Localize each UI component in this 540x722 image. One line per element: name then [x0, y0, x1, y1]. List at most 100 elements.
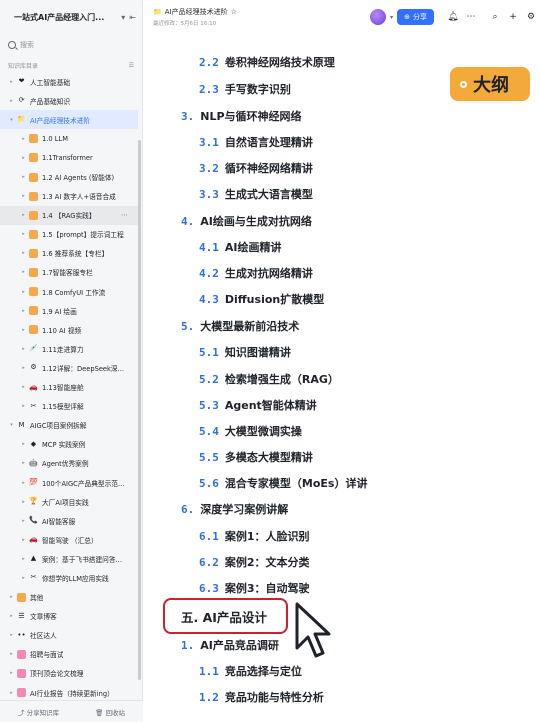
expand-caret-icon[interactable]: ▸ [8, 613, 15, 619]
sidebar-item[interactable]: ▾ 📁 AI产品经理技术进阶 [0, 110, 138, 130]
expand-caret-icon[interactable]: ▸ [20, 346, 27, 352]
share-kb-button[interactable]: ⤴ 分享知识库 [18, 707, 59, 717]
sidebar-item[interactable]: ▸ ✂ 你想学的LLM应用实践 [0, 568, 138, 587]
sidebar-item[interactable]: ▸ 1.0 LLM [0, 129, 138, 148]
expand-caret-icon[interactable]: ▸ [20, 518, 27, 524]
expand-caret-icon[interactable]: ▸ [20, 403, 27, 409]
outline-text: 多模态大模型精讲 [224, 451, 313, 464]
sidebar-item[interactable]: ▸ 🚗 1.13智能座舱 [0, 378, 138, 397]
sidebar-item[interactable]: ▸ 1.3 AI 数字人+语音合成 [0, 187, 138, 206]
sidebar-item[interactable]: ▸ 其他 [0, 588, 138, 607]
expand-caret-icon[interactable]: ▸ [20, 250, 27, 256]
expand-caret-icon[interactable]: ▸ [20, 155, 27, 161]
sidebar-item[interactable]: ▸ 1.6 推荐系统【专栏】 [0, 244, 138, 263]
sidebar-item[interactable]: ▸ 1.4 【RAG实践】 ⋯ [0, 205, 138, 225]
knowledge-base-title[interactable]: 一站式AI产品经理入门... [14, 12, 117, 23]
sidebar-item[interactable]: ▸ 1.10 AI 视频 [0, 320, 138, 339]
expand-caret-icon[interactable]: ▸ [20, 212, 27, 218]
sidebar-item[interactable]: ▸ 1.9 AI 绘画 [0, 301, 138, 320]
chevron-down-icon[interactable]: ▾ [390, 14, 393, 21]
more-icon[interactable]: ⋯ [121, 211, 128, 219]
expand-caret-icon[interactable]: ▸ [20, 269, 27, 275]
expand-caret-icon[interactable]: ▸ [20, 480, 27, 486]
bell-icon[interactable]: 🔔︎ [444, 12, 462, 22]
sidebar-item[interactable]: ▸ 招聘与面试 [0, 645, 138, 664]
sidebar-item[interactable]: ▸ ⟳ 产品基础知识 [0, 91, 138, 110]
sidebar-item[interactable]: ▸ 1.2 AI Agents (智能体) [0, 167, 138, 186]
expand-caret-icon[interactable]: ▸ [20, 499, 27, 505]
sidebar-item[interactable]: ▸ 1.8 ComfyUI 工作流 [0, 282, 138, 301]
sidebar-item[interactable]: ▸ 顶刊顶会论文梳理 [0, 664, 138, 683]
sidebar-item[interactable]: ▸ ⚙ 1.12详解：DeepSeek深... [0, 358, 138, 377]
folder-icon: 📁 [153, 8, 162, 16]
sidebar-item[interactable]: ▸ 🚗 智能驾驶 （汇总） [0, 530, 138, 549]
expand-caret-icon[interactable]: ▸ [8, 690, 15, 696]
expand-caret-icon[interactable]: ▸ [8, 79, 15, 85]
expand-caret-icon[interactable]: ▸ [20, 136, 27, 142]
sidebar-item[interactable]: ▸ 1.5【prompt】提示词工程 [0, 225, 138, 244]
search-icon[interactable]: ⌕ [486, 12, 504, 22]
expand-caret-icon[interactable]: ▸ [20, 308, 27, 314]
gear-icon[interactable]: ⚙ [522, 12, 540, 22]
outline-heading: 4.2 生成对抗网络精讲 [199, 265, 313, 281]
sidebar-item[interactable]: ▸ 1.7智能客服专栏 [0, 263, 138, 282]
search-input[interactable]: 搜索 [8, 36, 134, 54]
sidebar-item[interactable]: ▸ 1.1Transformer [0, 148, 138, 167]
outline-number: 4.2 [199, 267, 219, 280]
sidebar-item[interactable]: ▾ M AIGC项目案例拆解 [0, 416, 138, 435]
more-icon[interactable]: ⋯ [462, 12, 480, 22]
expand-caret-icon[interactable]: ▾ [8, 117, 15, 123]
sidebar-scrollbar[interactable] [138, 140, 141, 680]
collapse-sidebar-icon[interactable]: ⇤ [129, 13, 136, 22]
expand-caret-icon[interactable]: ▸ [20, 193, 27, 199]
sidebar-header: 一站式AI产品经理入门... ▾ ⇤ [0, 0, 142, 34]
document-content: 大纲 五. AI产品设计 2.2 卷积神经网络技术原理 2.3 手写数字识别 3. NLP… [143, 34, 540, 722]
outline-number: 5.5 [199, 451, 219, 464]
expand-caret-icon[interactable]: ▸ [8, 632, 15, 638]
sidebar-item[interactable]: ▸ ◆ MCP 实践案例 [0, 435, 138, 454]
avatar[interactable] [370, 9, 387, 25]
outline-heading: 4.3 Diffusion扩散模型 [199, 291, 324, 307]
page-icon: M [18, 420, 25, 429]
share-button[interactable]: ⊕ 分享 [397, 9, 434, 25]
outline-text: 混合专家模型（MoEs）详讲 [224, 477, 368, 490]
sidebar-item[interactable]: ▸ ❤ 人工智能基础 [0, 72, 138, 91]
expand-caret-icon[interactable]: ▸ [20, 174, 27, 180]
document-title[interactable]: AI产品经理技术进阶 [165, 7, 228, 17]
expand-caret-icon[interactable]: ▸ [8, 98, 15, 104]
expand-caret-icon[interactable]: ▸ [20, 556, 27, 562]
sidebar-item[interactable]: ▸ 🤖 Agent优秀案例 [0, 454, 138, 473]
expand-caret-icon[interactable]: ▸ [20, 460, 27, 466]
expand-caret-icon[interactable]: ▸ [8, 651, 15, 657]
trash-button[interactable]: 🗑 回收站 [95, 707, 125, 717]
directory-label: 知识库目录 [8, 62, 39, 70]
expand-caret-icon[interactable]: ▸ [20, 384, 27, 390]
sidebar-item[interactable]: ▸ 📞 AI智能客服 [0, 511, 138, 530]
expand-caret-icon[interactable]: ▾ [8, 422, 15, 428]
chevron-down-icon[interactable]: ▾ [121, 13, 125, 22]
expand-caret-icon[interactable]: ▸ [20, 537, 27, 543]
sidebar-item[interactable]: ▸ 💯 100个AIGC产品典型示范... [0, 473, 138, 492]
outline-heading: 4.1 AI绘画精讲 [199, 239, 281, 255]
expand-caret-icon[interactable]: ▸ [8, 670, 15, 676]
filter-icon[interactable]: ☰ [129, 62, 134, 69]
sidebar-item[interactable]: ▸ ✂ 1.15模型评解 [0, 397, 138, 416]
star-icon[interactable]: ☆ [231, 8, 237, 16]
sidebar-item[interactable]: ▸ 🏆 大厂AI项目实践 [0, 492, 138, 511]
expand-caret-icon[interactable]: ▸ [20, 289, 27, 295]
expand-caret-icon[interactable]: ▸ [20, 365, 27, 371]
expand-caret-icon[interactable]: ▸ [8, 594, 15, 600]
sidebar-item[interactable]: ▸ ☰ 文章博客 [0, 607, 138, 626]
expand-caret-icon[interactable]: ▸ [20, 231, 27, 237]
globe-icon: ⊕ [404, 13, 410, 21]
sidebar-item-label: MCP 实践案例 [42, 441, 86, 450]
sidebar-item[interactable]: ▸ ▲ 案例：基于飞书搭建问答... [0, 549, 138, 568]
outline-text: AI绘画精讲 [224, 241, 282, 254]
expand-caret-icon[interactable]: ▸ [20, 327, 27, 333]
add-icon[interactable]: + [504, 12, 522, 22]
expand-caret-icon[interactable]: ▸ [20, 441, 27, 447]
sidebar-item[interactable]: ▸ 💉 1.11走进算力 [0, 339, 138, 358]
sidebar-item[interactable]: ▸ •• 社区达人 [0, 626, 138, 645]
page-icon [17, 668, 26, 678]
expand-caret-icon[interactable]: ▸ [20, 575, 27, 581]
